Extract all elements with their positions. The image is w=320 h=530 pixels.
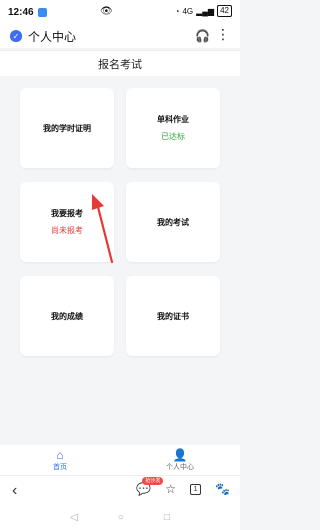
card-label: 我的考试	[157, 217, 189, 227]
browser-actions: 💬 抢沙发 ☆ 1 🐾	[136, 477, 230, 496]
card-single-homework[interactable]: 单科作业 已达标	[126, 88, 220, 168]
network-label: 4G	[182, 6, 194, 16]
card-my-exam[interactable]: 我的考试	[126, 182, 220, 262]
shield-check-icon: ✓	[10, 30, 22, 42]
home-icon: ⌂	[56, 447, 64, 462]
system-recents-icon[interactable]: □	[164, 512, 170, 523]
nav-profile-label: 个人中心	[166, 463, 194, 471]
card-study-certificate[interactable]: 我的学时证明	[20, 88, 114, 168]
status-bar: 12:46 👁 ◔ 4G ▂▄▆ 42	[0, 0, 240, 24]
paw-icon[interactable]: 🐾	[215, 482, 230, 496]
wifi-icon: ◔	[174, 6, 180, 16]
card-my-certificates[interactable]: 我的证书	[126, 276, 220, 356]
card-apply-exam[interactable]: 我要报考 尚未报考	[20, 182, 114, 262]
comment-icon[interactable]: 💬 抢沙发	[136, 477, 164, 496]
app-notification-icon	[37, 7, 47, 17]
system-home-icon[interactable]: ○	[118, 512, 124, 523]
system-navigation: ◁ ○ □	[0, 505, 240, 530]
nav-home[interactable]: ⌂ 首页	[0, 445, 120, 475]
more-vertical-icon[interactable]: ⋮	[216, 27, 230, 41]
system-back-icon[interactable]: ◁	[70, 512, 78, 523]
card-label: 我要报考	[51, 209, 83, 218]
section-title-text: 报名考试	[98, 58, 142, 71]
status-badge: 已达标	[161, 132, 185, 141]
headset-icon[interactable]: 🎧	[195, 29, 210, 43]
browser-toolbar: ‹ 💬 抢沙发 ☆ 1 🐾	[0, 475, 240, 505]
star-icon[interactable]: ☆	[165, 482, 176, 496]
nav-home-label: 首页	[53, 463, 67, 471]
section-title: 报名考试	[0, 50, 240, 76]
status-badge: 尚未报考	[51, 226, 83, 235]
status-time: 12:46	[8, 6, 34, 18]
signal-icon: ▂▄▆	[196, 6, 215, 16]
bottom-nav: ⌂ 首页 👤 个人中心	[0, 445, 240, 475]
eye-icon: 👁	[100, 6, 113, 17]
battery-indicator: 42	[217, 5, 232, 17]
comment-badge: 抢沙发	[142, 477, 164, 485]
person-icon: 👤	[172, 447, 188, 462]
page-title: 个人中心	[28, 29, 77, 44]
status-indicators: ◔ 4G ▂▄▆ 42	[175, 5, 232, 17]
card-label: 我的成绩	[51, 311, 83, 321]
tab-count-button[interactable]: 1	[190, 483, 202, 495]
back-arrow-icon[interactable]: ‹	[12, 482, 17, 500]
card-label: 单科作业	[157, 115, 189, 124]
nav-profile[interactable]: 👤 个人中心	[120, 445, 240, 475]
card-my-scores[interactable]: 我的成绩	[20, 276, 114, 356]
card-label: 我的学时证明	[43, 123, 91, 133]
card-label: 我的证书	[157, 311, 189, 321]
app-header: ✓ 个人中心 🎧 ⋮	[0, 24, 240, 48]
